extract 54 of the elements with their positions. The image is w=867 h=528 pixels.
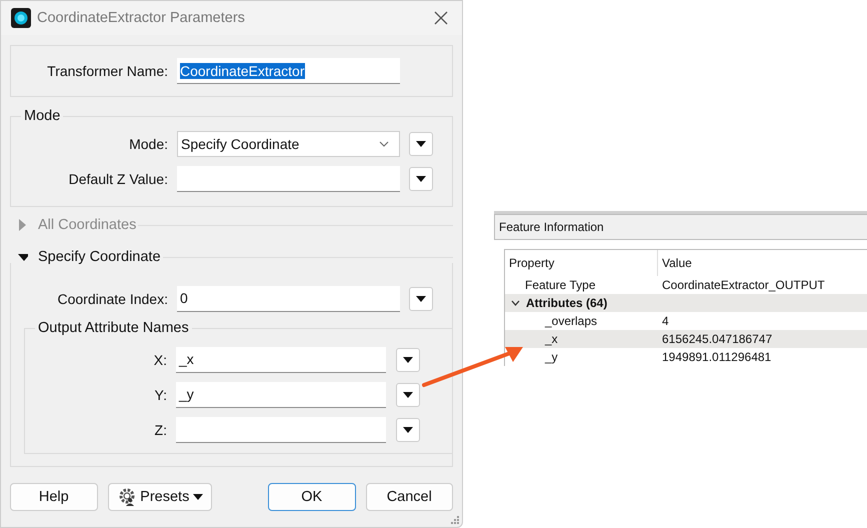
menu-button[interactable] [396,382,420,406]
menu-button[interactable] [396,418,420,442]
field-label: Default Z Value: [68,170,169,186]
field-label: X: [152,352,168,368]
menu-button[interactable] [409,132,433,156]
field-label: Y: [154,386,168,402]
section-title[interactable]: Specify Coordinate [38,249,161,265]
column-header[interactable]: Value [658,250,692,276]
window-title: CoordinateExtractor Parameters [37,10,246,26]
gear-icon [116,487,137,507]
resize-grip-icon[interactable] [450,515,460,525]
column-header[interactable]: Property [505,250,658,276]
input-field[interactable] [177,166,400,192]
property-name: Attributes (64) [525,296,608,310]
property-name: _y [544,350,558,364]
property-name: _overlaps [544,314,598,328]
chevron-icon[interactable] [511,300,520,306]
dialog-button[interactable]: Cancel [366,483,454,511]
input-field[interactable]: 0 [177,286,400,312]
group-title: Mode [23,108,62,124]
property-value: CoordinateExtractor_OUTPUT [661,278,825,292]
down-triangle-icon [403,426,413,432]
down-triangle-icon [403,356,413,362]
property-name: Feature Type [524,278,596,292]
app-icon [11,8,31,28]
field-label: Z: [154,422,168,438]
panel-title: Feature Information [494,214,867,240]
property-value: 6156245.047186747 [661,332,772,346]
down-triangle-icon [416,296,426,302]
property-value: 1949891.011296481 [661,350,772,364]
menu-button[interactable] [409,166,433,190]
presets-button[interactable]: Presets [108,483,212,511]
menu-button[interactable] [396,348,420,372]
transformer-name-field[interactable]: CoordinateExtractor [177,58,400,84]
down-triangle-icon [403,392,413,398]
ok-button[interactable]: OK [268,483,356,511]
group-title: Output Attribute Names [37,320,190,336]
mode-dropdown[interactable]: Specify Coordinate [177,130,400,156]
menu-button[interactable] [409,286,433,310]
input-field[interactable] [176,416,386,442]
property-value: 4 [661,314,669,328]
chevron-icon [379,140,389,146]
field-label: Coordinate Index: [56,290,169,306]
input-field[interactable]: _x [176,346,386,372]
field-label: Mode: [128,136,169,152]
input-field[interactable]: _y [176,382,386,408]
dialog-button[interactable]: Help [10,483,98,511]
expanded-triangle-icon[interactable] [18,251,28,263]
down-triangle-icon [416,176,426,182]
property-name: _x [544,332,558,346]
close-icon[interactable] [434,11,448,25]
down-triangle-icon [192,494,203,500]
field-label: Transformer Name: [46,63,169,79]
down-triangle-icon [416,140,426,146]
